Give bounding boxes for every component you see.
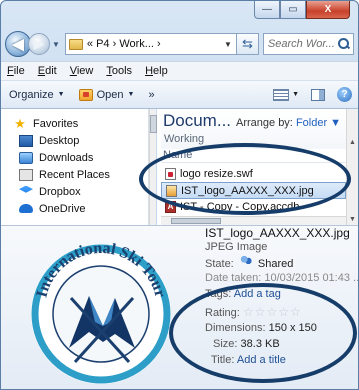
rating-stars[interactable]: ☆☆☆☆☆	[243, 305, 302, 319]
dropbox-icon	[19, 185, 33, 193]
shared-icon	[239, 256, 252, 267]
chevron-down-icon: ▼	[127, 91, 135, 98]
sidebar-item-recent-places[interactable]: Recent Places	[1, 166, 148, 183]
caption-buttons: — ▭ X	[254, 1, 350, 19]
menu-tools[interactable]: Tools	[106, 65, 132, 77]
minimize-button[interactable]: —	[254, 1, 280, 19]
scrollbar-thumb[interactable]	[171, 218, 221, 224]
folder-icon	[68, 38, 83, 50]
add-tag-field[interactable]: Add a tag	[234, 288, 281, 300]
horizontal-scrollbar[interactable]	[161, 216, 346, 225]
preview-pane-icon[interactable]	[311, 88, 325, 101]
access-file-icon: A	[165, 200, 176, 213]
file-list-pane: Docum... Working Arrange by: Folder ▼ Na…	[157, 109, 346, 225]
navigation-bar: ◀ ▶ ▼ « P4 › Work... › ▼ ⇆ Search Wor...	[5, 27, 354, 61]
search-icon[interactable]	[338, 38, 350, 50]
address-path[interactable]: « P4 › Work... ›	[87, 38, 161, 50]
file-row[interactable]: A IST - Copy - Copy.accdb	[161, 200, 346, 213]
library-title: Docum...	[163, 111, 232, 130]
file-row-selected[interactable]: IST_logo_AAXXX_XXX.jpg	[161, 182, 346, 199]
menu-file[interactable]: File	[7, 65, 25, 77]
scroll-up-icon[interactable]: ▲	[349, 139, 356, 146]
details-tags: Tags: Add a tag	[205, 288, 281, 300]
close-button[interactable]: X	[306, 1, 350, 19]
jpg-file-icon	[166, 184, 177, 197]
add-title-field[interactable]: Add a title	[237, 354, 286, 366]
library-subtitle: Working	[164, 133, 205, 145]
file-row[interactable]: logo resize.swf	[161, 165, 346, 182]
chevron-down-icon: ▼	[57, 91, 65, 98]
arrange-by-dropdown[interactable]: Folder ▼	[296, 117, 341, 129]
more-commands-button[interactable]: »	[148, 89, 154, 101]
sidebar-item-favorites[interactable]: ★ Favorites	[1, 115, 148, 132]
forward-button[interactable]: ▶	[28, 33, 50, 55]
navigation-pane: ★ Favorites Desktop Downloads Recent Pla…	[1, 109, 149, 225]
menu-edit[interactable]: Edit	[38, 65, 57, 77]
sidebar-item-desktop[interactable]: Desktop	[1, 132, 148, 149]
search-placeholder: Search Wor...	[267, 38, 335, 50]
recent-pages-dropdown-icon[interactable]: ▼	[52, 40, 60, 49]
scroll-down-icon[interactable]: ▼	[349, 216, 356, 223]
star-icon: ★	[14, 115, 26, 131]
arrange-by: Arrange by: Folder ▼	[236, 117, 342, 129]
details-rating: Rating: ☆☆☆☆☆	[205, 305, 302, 319]
details-filename: IST_logo_AAXXX_XXX.jpg	[205, 226, 350, 240]
sidebar-item-onedrive[interactable]: OneDrive	[1, 200, 148, 217]
sidebar-item-downloads[interactable]: Downloads	[1, 149, 148, 166]
image-thumbnail: International Ski Tour	[31, 240, 171, 384]
recent-places-icon	[19, 168, 33, 181]
open-button[interactable]: Open ▼	[78, 88, 135, 101]
desktop-icon	[19, 134, 33, 147]
navigation-scrollbar[interactable]	[149, 109, 157, 225]
refresh-button[interactable]: ⇆	[236, 33, 259, 55]
menu-bar: File Edit View Tools Help	[1, 61, 358, 81]
details-size: Size: 38.3 KB	[213, 338, 280, 350]
details-pane: International Ski Tour IST_logo_AAXXX_XX…	[1, 225, 359, 389]
library-header: Docum... Working Arrange by: Folder ▼	[161, 111, 346, 149]
menu-help[interactable]: Help	[145, 65, 168, 77]
address-dropdown-icon[interactable]: ▼	[220, 40, 236, 49]
open-icon	[78, 88, 93, 101]
details-title: Title: Add a title	[211, 354, 286, 366]
menu-view[interactable]: View	[70, 65, 94, 77]
scrollbar-thumb[interactable]	[150, 115, 157, 133]
details-date-taken: Date taken: 10/03/2015 01:43 ...	[205, 272, 359, 284]
chevron-down-icon[interactable]: ▼	[292, 91, 299, 98]
details-filetype: JPEG Image	[205, 241, 268, 253]
search-input[interactable]: Search Wor...	[262, 33, 354, 55]
explorer-window: — ▭ X ◀ ▶ ▼ « P4 › Work... › ▼ ⇆ Search …	[0, 0, 359, 390]
column-header-name[interactable]: Name	[161, 149, 346, 163]
vertical-scrollbar[interactable]: ▲ ▼	[346, 109, 358, 225]
change-view-icon[interactable]	[273, 88, 290, 101]
address-bar[interactable]: « P4 › Work... › ▼	[64, 33, 237, 55]
onedrive-icon	[19, 204, 33, 213]
command-bar: Organize ▼ Open ▼ » ▼ ?	[1, 81, 358, 109]
details-dimensions: Dimensions: 150 x 150	[205, 322, 317, 334]
details-state: State: Shared	[205, 256, 294, 270]
maximize-button[interactable]: ▭	[280, 1, 306, 19]
sidebar-item-dropbox[interactable]: Dropbox	[1, 183, 148, 200]
swf-file-icon	[165, 167, 176, 180]
downloads-icon	[19, 151, 33, 164]
help-icon[interactable]: ?	[337, 87, 352, 102]
organize-button[interactable]: Organize ▼	[9, 89, 65, 101]
